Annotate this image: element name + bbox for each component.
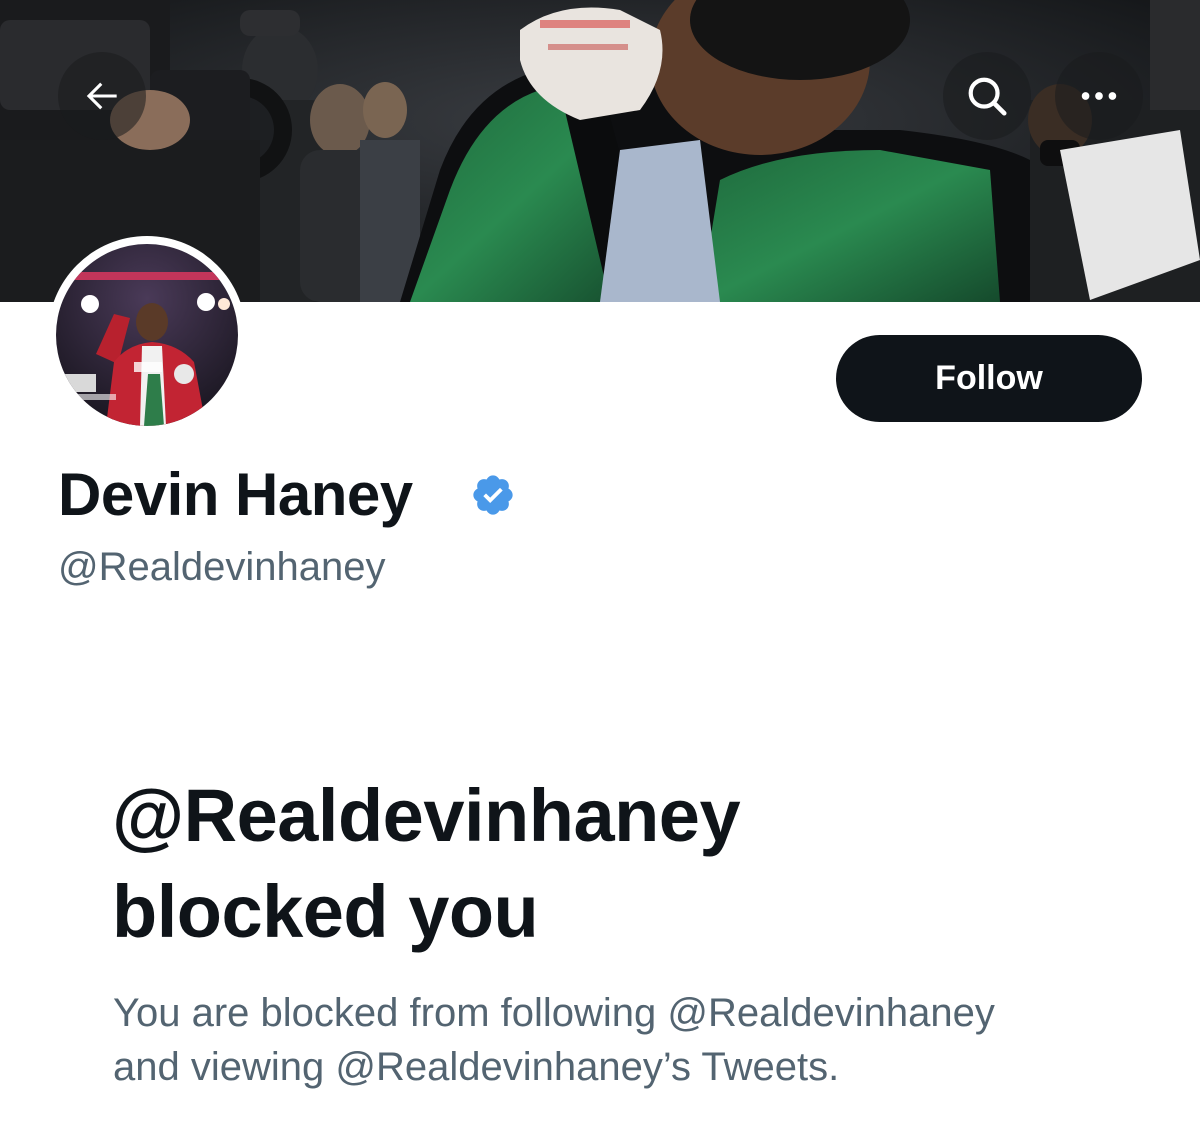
back-button[interactable] <box>58 52 146 140</box>
blocked-title: @Realdevinhaney blocked you <box>112 768 1112 960</box>
blocked-title-line1: @Realdevinhaney <box>112 774 741 857</box>
verified-badge-icon <box>473 475 513 515</box>
search-button[interactable] <box>943 52 1031 140</box>
profile-handle: @Realdevinhaney <box>58 545 386 589</box>
blocked-title-line2: blocked you <box>112 870 539 953</box>
more-options-button[interactable] <box>1055 52 1143 140</box>
search-icon <box>968 77 1007 116</box>
avatar[interactable] <box>48 236 246 434</box>
blocked-description: You are blocked from following @Realdevi… <box>113 986 1153 1094</box>
blocked-description-line1: You are blocked from following @Realdevi… <box>113 991 995 1035</box>
avatar-photo <box>56 244 238 426</box>
arrow-left-icon <box>86 82 117 110</box>
blocked-description-line2: and viewing @Realdevinhaney’s Tweets. <box>113 1045 840 1089</box>
profile-page: Follow Devin Haney @Realdevinhaney @Real… <box>0 0 1200 1148</box>
follow-button[interactable]: Follow <box>836 335 1142 422</box>
display-name: Devin Haney <box>58 461 413 528</box>
more-horizontal-icon <box>1081 92 1117 100</box>
